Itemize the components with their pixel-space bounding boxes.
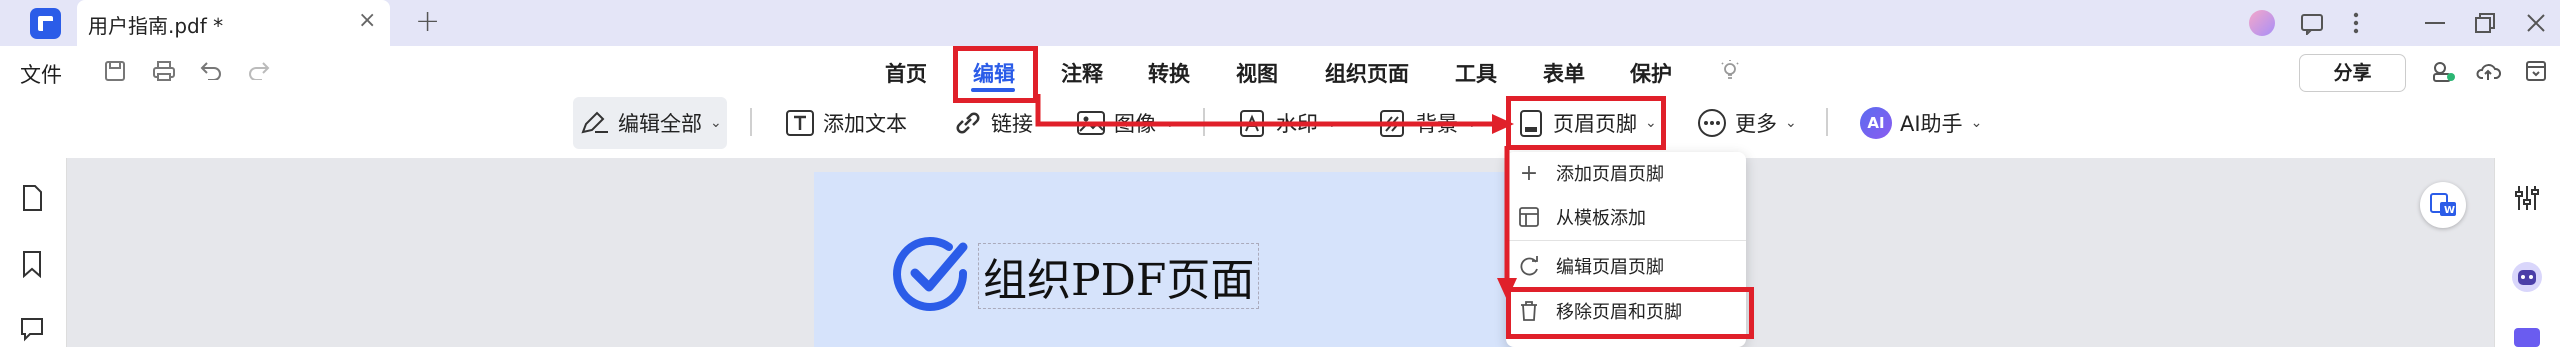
page-thumbnails-icon[interactable] bbox=[20, 184, 44, 212]
more-button[interactable]: 更多 ⌄ bbox=[1697, 108, 1797, 138]
document-tab-title: 用户指南.pdf * bbox=[88, 14, 224, 38]
edit-all-icon bbox=[581, 111, 608, 134]
add-text-label: 添加文本 bbox=[823, 112, 907, 136]
app-logo[interactable] bbox=[30, 8, 61, 39]
lightbulb-icon[interactable] bbox=[1718, 58, 1742, 82]
edit-all-button[interactable]: 编辑全部 ⌄ bbox=[580, 108, 722, 138]
annotation-box-header-footer bbox=[1506, 96, 1666, 150]
close-window-icon[interactable] bbox=[2526, 13, 2546, 33]
annotation-box-remove-item bbox=[1506, 287, 1754, 339]
redo-icon bbox=[249, 62, 270, 80]
tab-view[interactable]: 视图 bbox=[1236, 58, 1278, 88]
svg-text:W: W bbox=[2444, 205, 2455, 216]
edit-all-label: 编辑全部 bbox=[618, 112, 702, 136]
tab-forms[interactable]: 表单 bbox=[1543, 58, 1585, 88]
template-icon bbox=[1519, 207, 1539, 227]
avatar[interactable] bbox=[2249, 10, 2275, 36]
toolbar-divider bbox=[1826, 108, 1828, 136]
chevron-down-icon: ⌄ bbox=[1970, 115, 1983, 131]
refresh-edit-icon bbox=[1520, 256, 1538, 276]
menu-item-edit-header-footer[interactable]: 编辑页眉页脚 bbox=[1518, 253, 1664, 279]
minimize-icon[interactable] bbox=[2425, 22, 2445, 25]
annotation-box-edit-tab bbox=[953, 46, 1038, 103]
checkmark-logo-icon bbox=[893, 237, 968, 311]
ai-assistant-label: AI助手 bbox=[1900, 112, 1963, 136]
more-icon bbox=[1698, 109, 1726, 137]
feedback-icon[interactable] bbox=[2300, 13, 2324, 35]
share-button[interactable]: 分享 bbox=[2299, 54, 2406, 92]
save-icon[interactable] bbox=[104, 60, 126, 82]
comments-icon[interactable] bbox=[19, 316, 45, 342]
ai-assistant-icon[interactable]: AI bbox=[1860, 107, 1892, 139]
menu-divider bbox=[1506, 240, 1746, 241]
restore-icon[interactable] bbox=[2474, 12, 2496, 34]
link-label: 链接 bbox=[991, 112, 1033, 136]
print-icon[interactable] bbox=[152, 60, 176, 82]
undo-icon[interactable] bbox=[199, 60, 223, 80]
tab-organize-pages[interactable]: 组织页面 bbox=[1325, 58, 1409, 88]
tab-tools[interactable]: 工具 bbox=[1455, 58, 1497, 88]
ai-robot-icon[interactable] bbox=[2510, 260, 2544, 294]
translate-icon[interactable] bbox=[2512, 326, 2542, 347]
new-tab-button[interactable]: + bbox=[415, 4, 440, 39]
file-menu[interactable]: 文件 bbox=[20, 59, 62, 89]
add-text-button[interactable]: 添加文本 bbox=[785, 108, 907, 138]
tab-comment[interactable]: 注释 bbox=[1061, 58, 1103, 88]
menu-item-label: 添加页眉页脚 bbox=[1556, 164, 1664, 185]
link-icon bbox=[956, 112, 980, 134]
tab-home[interactable]: 首页 bbox=[885, 58, 927, 88]
chevron-down-icon: ⌄ bbox=[710, 115, 722, 131]
link-button[interactable]: 链接 bbox=[953, 108, 1033, 138]
menu-item-add-header-footer[interactable]: + 添加页眉页脚 bbox=[1518, 160, 1664, 186]
tab-protect[interactable]: 保护 bbox=[1630, 58, 1672, 88]
ai-assistant-button[interactable]: AI助手 ⌄ bbox=[1900, 108, 1982, 138]
cloud-upload-icon[interactable] bbox=[2476, 60, 2502, 82]
floating-convert-button[interactable]: W bbox=[2420, 182, 2466, 228]
toolbar-divider bbox=[750, 108, 752, 136]
chevron-down-icon: ⌄ bbox=[1785, 115, 1797, 131]
collapse-panel-icon[interactable] bbox=[2525, 60, 2547, 82]
plus-icon: + bbox=[1519, 160, 1539, 186]
tab-convert[interactable]: 转换 bbox=[1148, 58, 1190, 88]
word-convert-icon: W bbox=[2430, 193, 2456, 216]
close-tab-icon[interactable]: × bbox=[358, 8, 376, 33]
add-text-icon bbox=[786, 110, 814, 136]
annotation-arrows bbox=[1035, 94, 1517, 300]
menu-item-label: 编辑页眉页脚 bbox=[1556, 257, 1664, 278]
menu-item-add-from-template[interactable]: 从模板添加 bbox=[1518, 204, 1646, 230]
properties-sliders-icon[interactable] bbox=[2513, 184, 2541, 212]
batch-process-icon[interactable] bbox=[2430, 60, 2456, 84]
menu-item-label: 从模板添加 bbox=[1556, 208, 1646, 229]
bookmark-icon[interactable] bbox=[21, 250, 43, 278]
more-label: 更多 bbox=[1735, 112, 1777, 136]
more-vertical-icon[interactable] bbox=[2352, 11, 2360, 35]
